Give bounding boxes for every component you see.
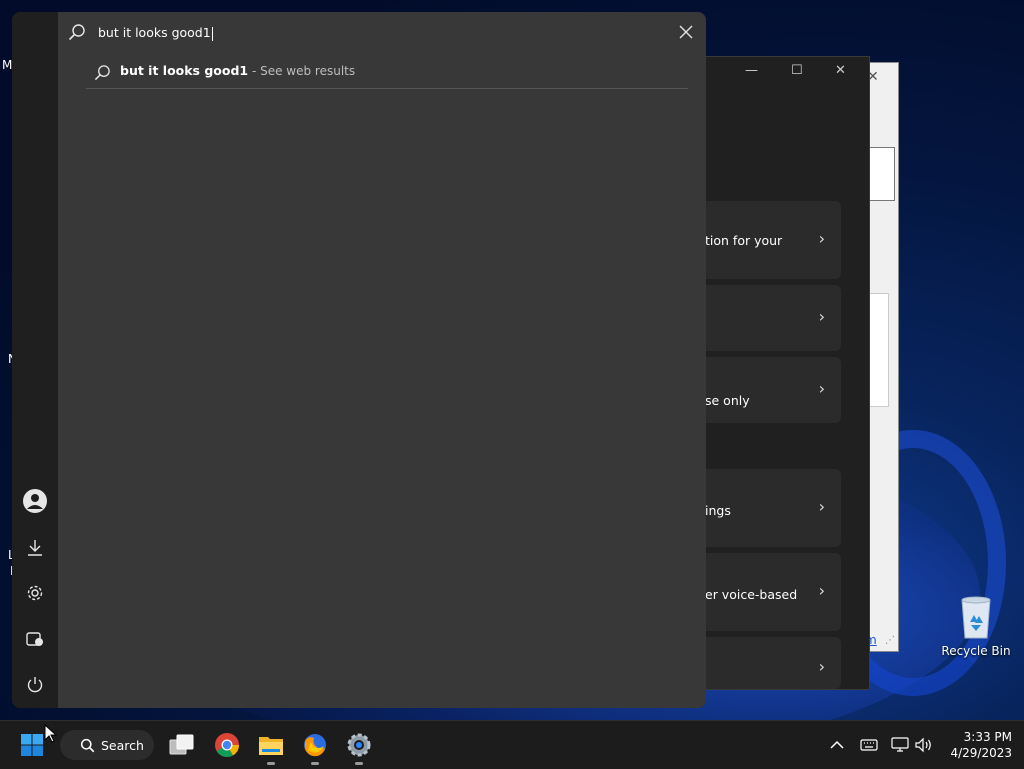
task-view-icon [169,734,194,755]
chevron-right-icon: › [818,229,825,248]
start-icon [21,734,43,756]
resize-grip-icon[interactable]: ⋰ [885,635,895,646]
settings-card-label: tion for your [705,233,783,248]
recycle-bin[interactable]: Recycle Bin [940,594,1012,658]
gallery-icon[interactable] [23,627,47,651]
file-explorer-button[interactable] [255,729,287,765]
settings-icon[interactable] [23,581,47,605]
settings-card-label: er voice-based [705,587,798,602]
settings-card[interactable]: ings › [701,469,841,547]
running-indicator [311,762,319,765]
chevron-right-icon: › [818,379,825,398]
settings-card[interactable]: tion for your › [701,201,841,279]
minimize-icon[interactable]: — [745,63,758,78]
settings-card[interactable]: se only › [701,357,841,423]
power-icon[interactable] [23,673,47,697]
taskbar: Search 3:33 PM 4/29/2023 [0,720,1024,769]
settings-app-button[interactable] [343,729,375,765]
system-clock[interactable]: 3:33 PM 4/29/2023 [944,729,1012,761]
mouse-cursor-icon [44,724,58,743]
close-icon[interactable] [678,24,694,40]
running-indicator [355,762,363,765]
volume-icon[interactable] [914,735,934,755]
chevron-right-icon: › [818,581,825,600]
chevron-right-icon: › [818,657,825,676]
recycle-bin-icon [961,596,991,639]
search-icon [94,65,110,81]
chrome-button[interactable] [211,729,243,761]
firefox-icon [304,734,326,757]
settings-window[interactable]: — ☐ ✕ tion for your › › se only › ings ›… [700,56,870,690]
search-box[interactable]: but it looks good1 [58,12,706,52]
maximize-icon[interactable]: ☐ [791,63,803,78]
chevron-right-icon: › [818,307,825,326]
firefox-button[interactable] [299,729,331,765]
clock-date: 4/29/2023 [950,746,1012,760]
settings-card-label: se only [705,393,750,408]
file-explorer-icon [259,737,283,755]
running-indicator [267,762,275,765]
clock-time: 3:33 PM [963,730,1012,744]
settings-app-icon [347,733,371,757]
search-icon [68,24,85,41]
chevron-up-icon[interactable] [827,735,847,755]
task-view-button[interactable] [166,729,198,761]
recycle-bin-label: Recycle Bin [941,644,1011,658]
chevron-right-icon: › [818,497,825,516]
user-avatar-icon[interactable] [23,489,47,513]
chrome-icon [215,733,239,758]
desktop-icon-label-fragment: M [2,58,13,72]
search-icon [80,738,95,752]
start-menu-search-panel: but it looks good1 but it looks good1 - … [58,12,706,708]
web-search-result[interactable]: but it looks good1 - See web results [86,58,688,89]
settings-card[interactable]: › [701,285,841,351]
search-input[interactable]: but it looks good1 [98,25,213,41]
start-menu-rail [12,12,58,708]
close-icon[interactable]: ✕ [835,63,846,78]
taskbar-search-label: Search [101,737,144,753]
downloads-icon[interactable] [23,536,47,560]
network-icon[interactable] [890,735,910,755]
text-caret [211,26,213,41]
settings-card-label: ings [705,503,731,518]
settings-card[interactable]: › [701,637,841,689]
keyboard-icon[interactable] [859,735,879,755]
result-text: but it looks good1 - See web results [120,63,356,78]
settings-card[interactable]: er voice-based › [701,553,841,631]
taskbar-search-button[interactable]: Search [60,730,154,760]
